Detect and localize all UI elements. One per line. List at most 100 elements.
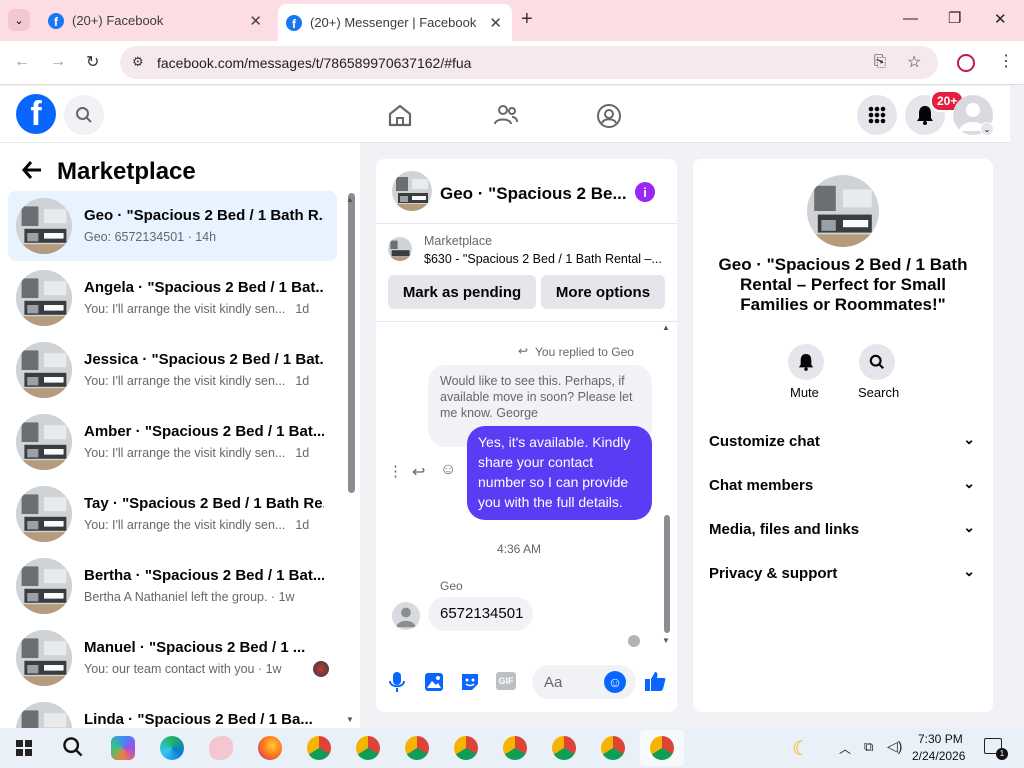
- tray-chevron-icon[interactable]: ︿: [839, 740, 851, 757]
- media-files-links-section[interactable]: Media, files and links ⌄: [709, 519, 979, 538]
- close-tab-icon[interactable]: ✕: [489, 14, 502, 32]
- privacy-support-section[interactable]: Privacy & support ⌄: [709, 563, 979, 582]
- search-button[interactable]: [64, 95, 104, 135]
- paint-icon[interactable]: [209, 736, 233, 760]
- chrome-icon[interactable]: [356, 736, 380, 760]
- chrome-icon[interactable]: [454, 736, 478, 760]
- close-tab-icon[interactable]: ✕: [249, 12, 262, 30]
- weather-moon-icon[interactable]: ☾: [792, 736, 810, 761]
- forward-icon[interactable]: →: [50, 53, 66, 71]
- edge-icon[interactable]: [160, 736, 184, 760]
- microphone-icon[interactable]: [389, 671, 405, 698]
- new-tab-button[interactable]: +: [521, 8, 533, 31]
- chrome-icon[interactable]: [405, 736, 429, 760]
- customize-chat-section[interactable]: Customize chat ⌄: [709, 431, 979, 450]
- friends-icon[interactable]: [493, 103, 519, 132]
- maximize-icon[interactable]: ❐: [948, 9, 961, 27]
- chat-scroll-up-icon[interactable]: ▲: [662, 323, 670, 332]
- account-chevron-icon[interactable]: ⌄: [980, 122, 994, 136]
- listing-label: Marketplace: [424, 234, 493, 248]
- bookmark-star-icon[interactable]: ☆: [907, 52, 921, 72]
- chrome-icon[interactable]: [650, 736, 674, 760]
- sender-name: Geo: [440, 579, 463, 593]
- chevron-down-icon: ⌄: [963, 475, 975, 491]
- chat-header-title[interactable]: Geo · "Spacious 2 Be...: [440, 184, 627, 204]
- chat-scrollbar[interactable]: [664, 515, 670, 633]
- conversation-item[interactable]: Angela · "Spacious 2 Bed / 1 Bat... You: …: [8, 263, 337, 333]
- conversation-item[interactable]: Jessica · "Spacious 2 Bed / 1 Bat... You:…: [8, 335, 337, 405]
- message-more-icon[interactable]: ⋮: [388, 462, 403, 480]
- reload-icon[interactable]: ↻: [86, 52, 99, 72]
- info-icon[interactable]: i: [635, 182, 655, 202]
- conversation-item[interactable]: Geo · "Spacious 2 Bed / 1 Bath R... Geo: …: [8, 191, 337, 261]
- conversation-preview: You: I'll arrange the visit kindly sen..…: [84, 374, 309, 388]
- more-options-button[interactable]: More options: [541, 275, 665, 309]
- preview-text: You: our team contact with you · 1w: [84, 662, 282, 676]
- scroll-down-icon[interactable]: ▼: [346, 715, 354, 724]
- gif-icon[interactable]: GIF: [496, 672, 516, 690]
- site-info-icon[interactable]: ⚙: [132, 54, 144, 70]
- mute-button[interactable]: [788, 344, 824, 380]
- address-bar[interactable]: ⚙ facebook.com/messages/t/78658997063716…: [120, 46, 938, 79]
- list-scrollbar[interactable]: [348, 193, 355, 493]
- clock-date[interactable]: 2/24/2026: [912, 749, 965, 763]
- facebook-logo[interactable]: f: [16, 94, 56, 134]
- conversation-item[interactable]: Linda · "Spacious 2 Bed / 1 Ba...: [8, 695, 337, 728]
- menu-grid-button[interactable]: [857, 95, 897, 135]
- preview-text: You: I'll arrange the visit kindly sen..…: [84, 302, 286, 316]
- chat-members-section[interactable]: Chat members ⌄: [709, 475, 979, 494]
- chat-scroll-down-icon[interactable]: ▼: [662, 636, 670, 645]
- mute-label: Mute: [790, 385, 819, 400]
- chat-header-avatar[interactable]: [392, 171, 432, 211]
- install-app-icon[interactable]: ⎘: [874, 53, 886, 70]
- profile-icon[interactable]: [957, 54, 975, 72]
- menu-kebab-icon[interactable]: ⋮: [998, 51, 1014, 71]
- chrome-icon[interactable]: [307, 736, 331, 760]
- conversation-list-panel: Marketplace Geo · "Spacious 2 Bed / 1 Ba…: [0, 143, 360, 728]
- chrome-icon[interactable]: [503, 736, 527, 760]
- thumbs-up-icon[interactable]: [644, 670, 666, 697]
- react-emoji-icon[interactable]: ☺: [440, 461, 456, 479]
- listing-title[interactable]: $630 - "Spacious 2 Bed / 1 Bath Rental –…: [424, 252, 662, 266]
- home-icon[interactable]: [387, 103, 413, 132]
- chat-panel: Geo · "Spacious 2 Be... i Marketplace $6…: [376, 159, 677, 712]
- my-message-bubble[interactable]: Yes, it's available. Kindly share your c…: [467, 426, 652, 520]
- search-conversation-button[interactable]: [859, 344, 895, 380]
- copilot-icon[interactable]: [111, 736, 135, 760]
- mark-as-pending-button[interactable]: Mark as pending: [388, 275, 536, 309]
- windows-start-icon[interactable]: [16, 740, 32, 761]
- conversation-item[interactable]: Bertha · "Spacious 2 Bed / 1 Bat... Berth…: [8, 551, 337, 621]
- tab-messenger[interactable]: f (20+) Messenger | Facebook ✕: [278, 4, 512, 41]
- listing-thumbnail[interactable]: [388, 237, 412, 261]
- their-message-bubble[interactable]: 6572134501: [428, 597, 533, 631]
- info-avatar[interactable]: [807, 175, 879, 247]
- sticker-icon[interactable]: [460, 672, 480, 697]
- network-icon[interactable]: ⧉: [864, 739, 873, 755]
- page-scrollbar[interactable]: [1010, 86, 1024, 728]
- listing-thumbnail: [16, 270, 72, 326]
- volume-icon[interactable]: ◁): [887, 738, 902, 755]
- conversation-item[interactable]: Tay · "Spacious 2 Bed / 1 Bath Re... You:…: [8, 479, 337, 549]
- emoji-icon[interactable]: ☺: [604, 671, 626, 693]
- scroll-up-icon[interactable]: ▲: [346, 195, 354, 204]
- close-window-icon[interactable]: ✕: [994, 10, 1007, 28]
- taskbar-search-icon[interactable]: [62, 736, 84, 763]
- chrome-icon[interactable]: [552, 736, 576, 760]
- sender-avatar[interactable]: [392, 602, 420, 630]
- minimize-icon[interactable]: —: [903, 10, 918, 27]
- chrome-icon[interactable]: [601, 736, 625, 760]
- conversation-item[interactable]: Manuel · "Spacious 2 Bed / 1 ... You: our…: [8, 623, 337, 693]
- seen-avatar-icon: [628, 635, 640, 647]
- back-arrow-icon[interactable]: [21, 159, 43, 186]
- tab-search-button[interactable]: ⌄: [8, 9, 30, 31]
- groups-icon[interactable]: [596, 103, 622, 134]
- tab-facebook[interactable]: f (20+) Facebook ✕: [36, 6, 272, 35]
- back-icon[interactable]: ←: [14, 53, 30, 71]
- message-input[interactable]: Aa ☺: [532, 665, 636, 699]
- clock-time[interactable]: 7:30 PM: [918, 732, 963, 746]
- reply-icon[interactable]: ↩: [412, 462, 425, 482]
- photo-icon[interactable]: [424, 672, 444, 697]
- firefox-icon[interactable]: [258, 736, 282, 760]
- url-text[interactable]: facebook.com/messages/t/786589970637162/…: [157, 55, 471, 71]
- conversation-item[interactable]: Amber · "Spacious 2 Bed / 1 Bat... You: I…: [8, 407, 337, 477]
